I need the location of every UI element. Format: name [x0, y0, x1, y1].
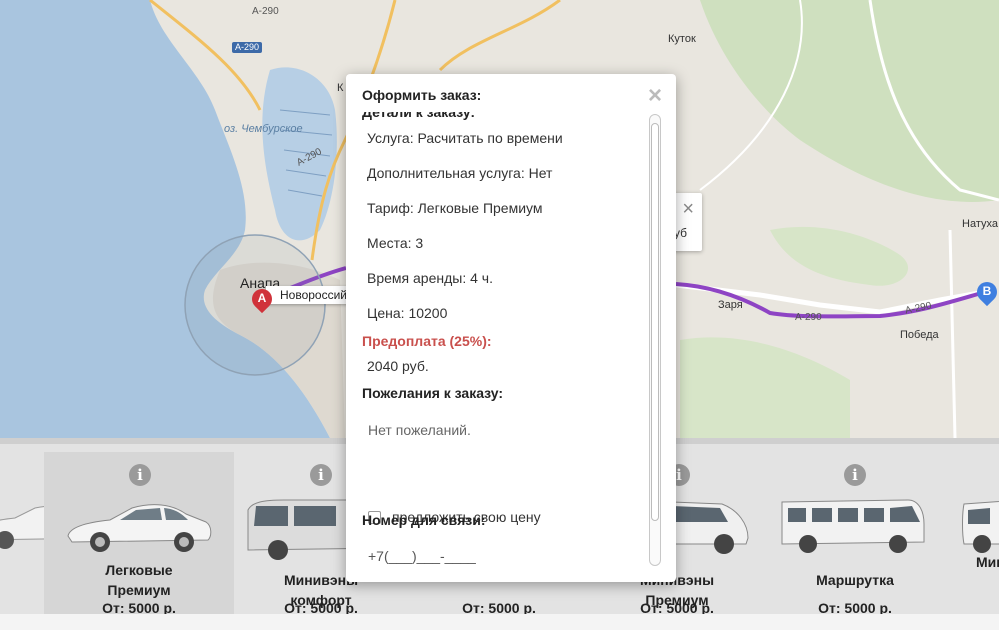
village-label: К: [337, 82, 344, 94]
road-label: А-290: [795, 312, 822, 323]
marker-a-label[interactable]: Новороссий: [266, 286, 354, 304]
road-label: А-290: [252, 6, 279, 17]
wishes-label: Пожелания к заказу:: [362, 385, 504, 401]
marker-letter: B: [982, 284, 992, 298]
marker-b[interactable]: B: [972, 277, 999, 309]
tariff-name: Минивэны: [976, 554, 999, 570]
tariff-card[interactable]: [0, 452, 111, 620]
village-label: Натуха: [962, 218, 998, 230]
close-icon[interactable]: ×: [682, 199, 694, 219]
village-label: Куток: [668, 33, 696, 45]
tariff-card-minibus[interactable]: i Маршрутка От: 5000 р.: [760, 452, 950, 620]
prepay-label: Предоплата (25%):: [362, 333, 492, 349]
detail-service: Услуга: Расчитать по времени: [367, 130, 563, 146]
detail-tariff: Тариф: Легковые Премиум: [367, 200, 543, 216]
lagoon-label: оз. Чембурское: [224, 123, 303, 135]
order-details-heading: Детали к заказу:: [362, 112, 476, 120]
tariff-name: Легковые Премиум: [105, 562, 173, 598]
tariff-card-premium-sedan[interactable]: i Легковые Премиум От: 5000 р.: [44, 452, 234, 620]
modal-title: Оформить заказ:: [362, 87, 482, 103]
info-icon[interactable]: i: [310, 464, 332, 486]
phone-input[interactable]: +7(___)___-____: [368, 548, 476, 564]
info-icon[interactable]: i: [844, 464, 866, 486]
road-shield: А-290: [232, 42, 263, 53]
village-label: Победа: [900, 329, 939, 341]
tariff-name: Маршрутка: [816, 572, 894, 588]
modal-scrollbar[interactable]: [649, 114, 661, 566]
wishes-text[interactable]: Нет пожеланий.: [368, 422, 471, 438]
modal-scroll-area[interactable]: Детали к заказу: Услуга: Расчитать по вр…: [346, 112, 646, 572]
sedan-icon: [67, 504, 212, 552]
order-modal[interactable]: Оформить заказ: × Детали к заказу: Услуг…: [346, 74, 676, 582]
detail-price: Цена: 10200: [367, 305, 448, 321]
scrollbar-thumb[interactable]: [651, 123, 659, 521]
tariff-card[interactable]: Минивэны: [938, 452, 999, 620]
page-footer-bar: [0, 614, 999, 630]
minibus-icon: [781, 499, 925, 553]
info-icon[interactable]: i: [129, 464, 151, 486]
marker-letter: A: [257, 291, 267, 305]
prepay-value: 2040 руб.: [367, 358, 429, 374]
marker-a[interactable]: A: [247, 284, 277, 316]
phone-label: Номер для связи:: [362, 512, 486, 528]
close-icon[interactable]: ×: [648, 84, 662, 108]
detail-extra-service: Дополнительная услуга: Нет: [367, 165, 553, 181]
detail-seats: Места: 3: [367, 235, 424, 251]
minibus-icon: [962, 500, 999, 553]
village-label: Заря: [718, 299, 743, 311]
detail-rent-time: Время аренды: 4 ч.: [367, 270, 493, 286]
